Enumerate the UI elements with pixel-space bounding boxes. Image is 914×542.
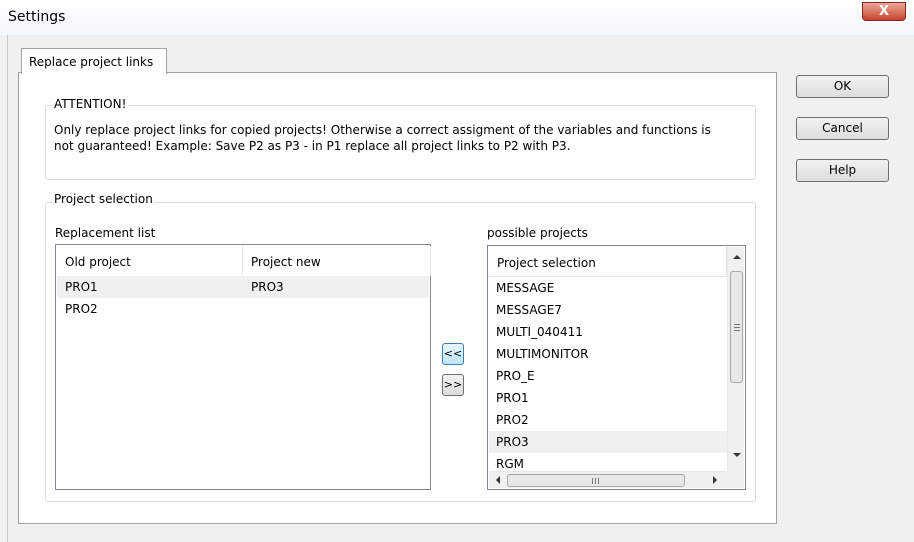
project-selection-caption: Project selection xyxy=(52,192,155,206)
replacement-list-header: Old project Project new xyxy=(57,246,431,277)
vertical-scrollbar[interactable] xyxy=(727,247,744,471)
list-item-label: MESSAGE xyxy=(496,281,555,295)
list-item-label: PRO2 xyxy=(496,413,529,427)
window-title: Settings xyxy=(8,9,66,25)
list-item-label: MULTIMONITOR xyxy=(496,347,589,361)
grip-icon xyxy=(592,478,599,484)
horizontal-scroll-thumb[interactable] xyxy=(507,474,685,487)
new-project-cell: PRO3 xyxy=(251,280,284,294)
window-left-border-line xyxy=(7,35,8,542)
attention-caption: ATTENTION! xyxy=(52,97,129,111)
scroll-up-icon[interactable] xyxy=(733,255,741,259)
list-item-selected[interactable]: PRO3 xyxy=(489,431,727,453)
table-row[interactable]: PRO2 xyxy=(57,298,429,320)
list-item[interactable]: MESSAGE xyxy=(489,277,727,299)
close-button[interactable]: X xyxy=(862,2,906,21)
tab-label: Replace project links xyxy=(29,55,154,69)
window-left-border xyxy=(0,35,10,542)
list-item[interactable]: PRO2 xyxy=(489,409,727,431)
possible-projects-label: possible projects xyxy=(487,226,588,240)
remove-from-list-button[interactable]: >> xyxy=(442,374,464,396)
list-item-label: PRO_E xyxy=(496,369,535,383)
possible-projects-list[interactable]: Project selection MESSAGE MESSAGE7 MULTI… xyxy=(487,245,746,490)
old-project-cell: PRO2 xyxy=(65,302,98,316)
list-item[interactable]: MULTI_040411 xyxy=(489,321,727,343)
replacement-list-label: Replacement list xyxy=(55,226,156,240)
scroll-left-icon[interactable] xyxy=(496,476,500,484)
horizontal-scrollbar[interactable] xyxy=(489,471,727,488)
tab-replace-project-links[interactable]: Replace project links xyxy=(21,48,167,74)
attention-line-2: not guaranteed! Example: Save P2 as P3 -… xyxy=(54,139,571,153)
replacement-list[interactable]: Old project Project new PRO1 PRO3 PRO2 xyxy=(55,244,431,490)
add-to-list-button[interactable]: << xyxy=(442,343,464,365)
vertical-scroll-thumb[interactable] xyxy=(730,271,743,383)
list-item[interactable]: MULTIMONITOR xyxy=(489,343,727,365)
list-item[interactable]: MESSAGE7 xyxy=(489,299,727,321)
title-bar: Settings X xyxy=(0,0,914,35)
list-item-label: PRO3 xyxy=(496,435,529,449)
table-row[interactable]: PRO1 PRO3 xyxy=(57,276,429,298)
scrollbar-corner xyxy=(727,471,744,488)
scroll-down-icon[interactable] xyxy=(733,453,741,457)
help-button[interactable]: Help xyxy=(796,159,889,182)
scroll-right-icon[interactable] xyxy=(713,476,717,484)
list-item[interactable]: PRO_E xyxy=(489,365,727,387)
close-icon: X xyxy=(878,4,890,19)
ok-button[interactable]: OK xyxy=(796,75,889,98)
list-item-label: RGM xyxy=(496,457,524,471)
grip-icon xyxy=(734,324,740,331)
column-header-project-selection[interactable]: Project selection xyxy=(489,247,727,277)
list-item-label: MULTI_040411 xyxy=(496,325,583,339)
list-item-label: MESSAGE7 xyxy=(496,303,562,317)
attention-line-1: Only replace project links for copied pr… xyxy=(54,123,711,137)
old-project-cell: PRO1 xyxy=(65,280,98,294)
column-header-project-new[interactable]: Project new xyxy=(243,246,431,276)
cancel-button[interactable]: Cancel xyxy=(796,117,889,140)
column-header-old-project[interactable]: Old project xyxy=(57,246,243,276)
list-item-label: PRO1 xyxy=(496,391,529,405)
attention-message: Only replace project links for copied pr… xyxy=(54,122,754,154)
list-item[interactable]: PRO1 xyxy=(489,387,727,409)
